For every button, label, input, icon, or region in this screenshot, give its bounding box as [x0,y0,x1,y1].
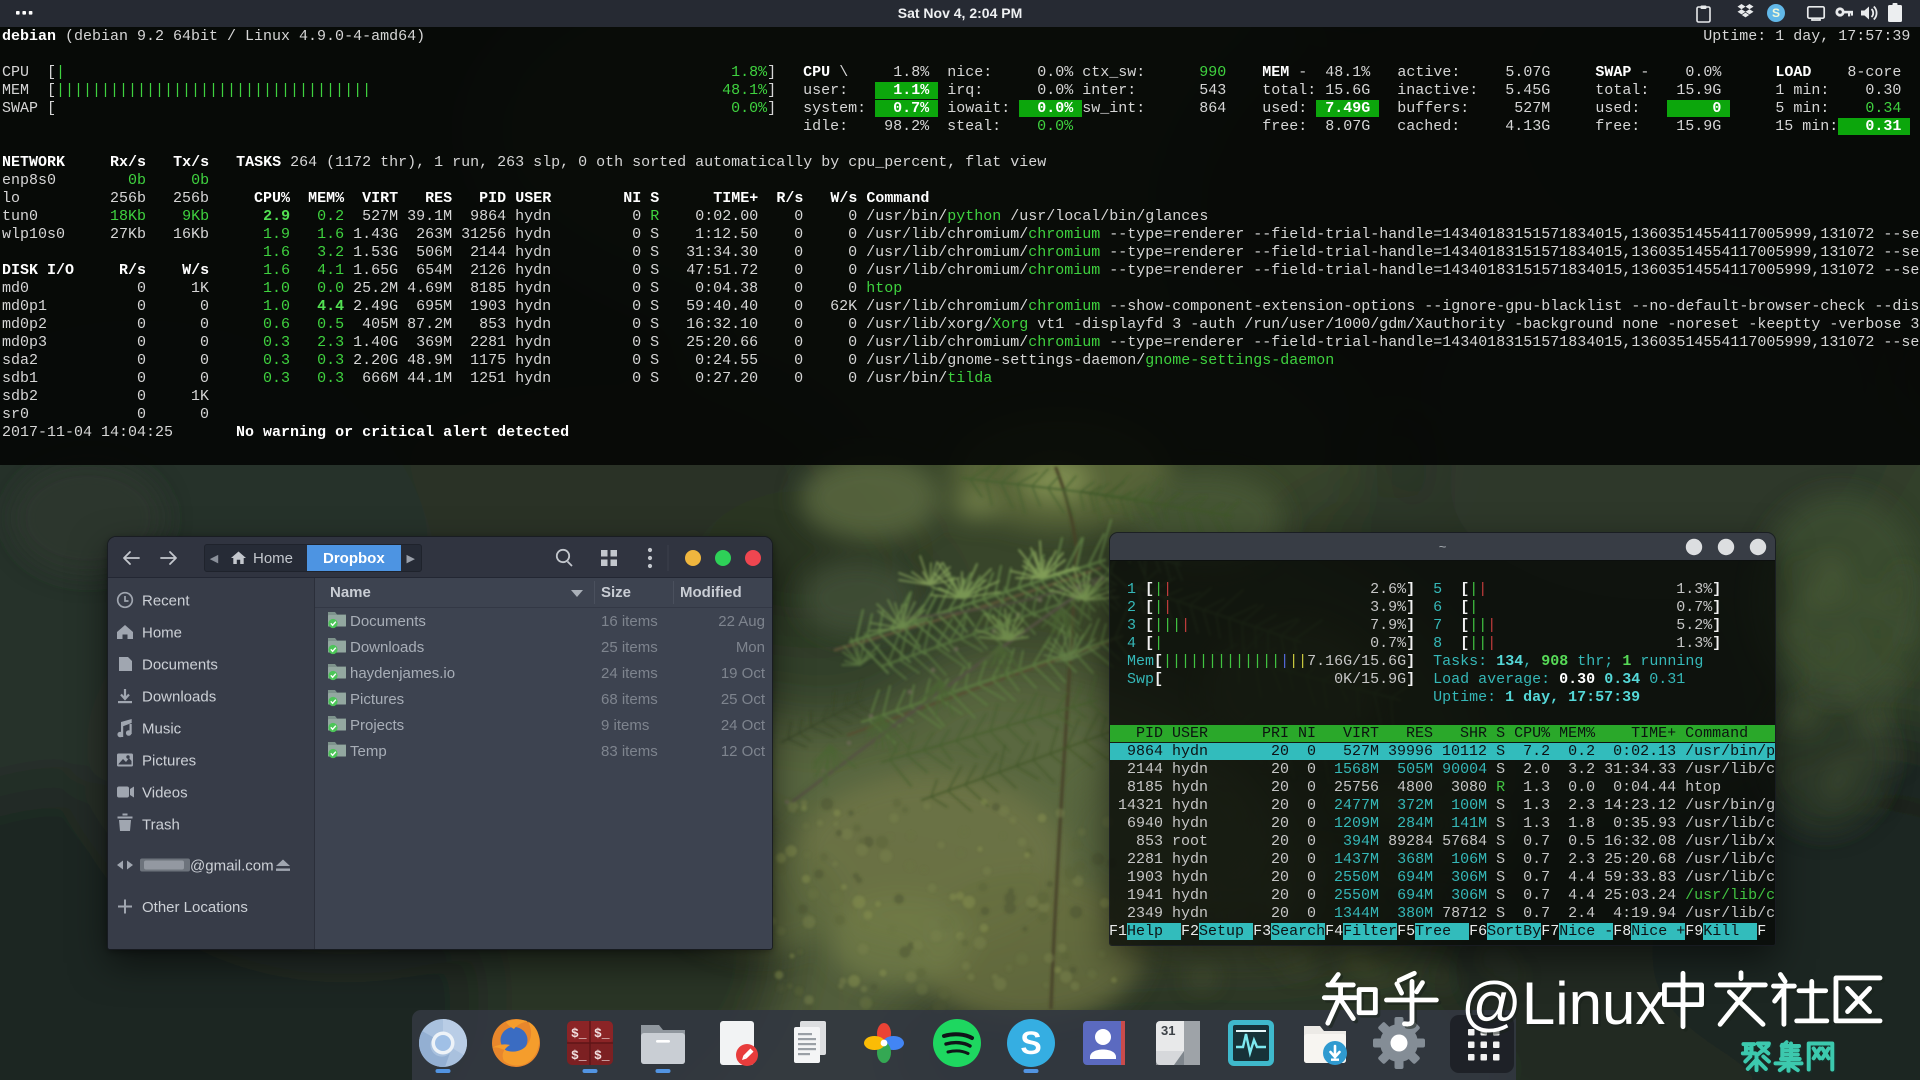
svg-text:@Linux: @Linux [1461,970,1665,1037]
